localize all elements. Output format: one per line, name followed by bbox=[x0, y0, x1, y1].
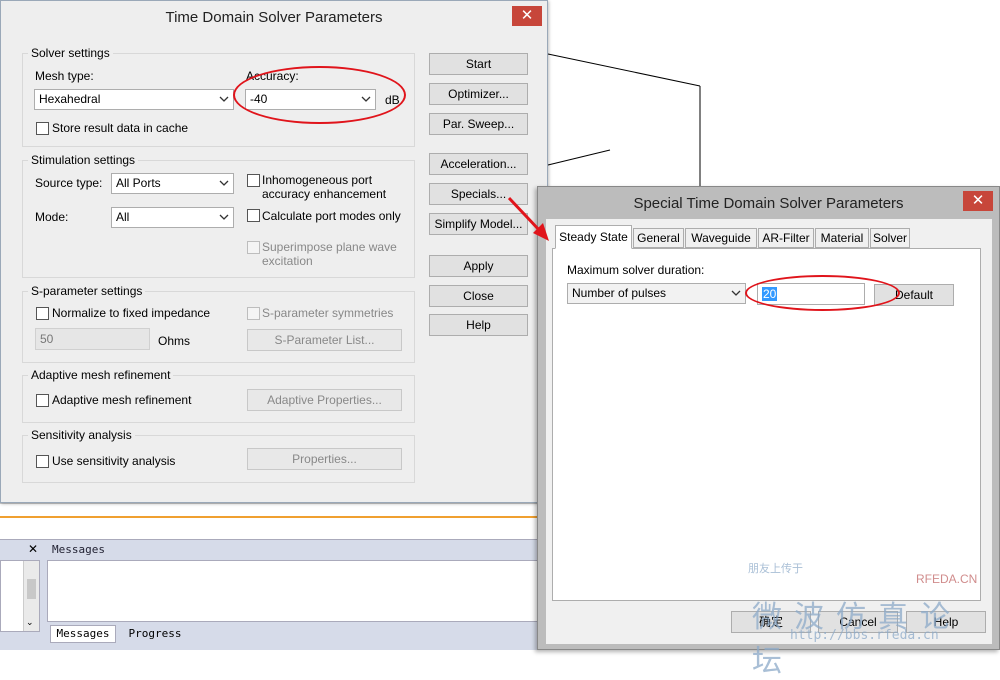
close-button[interactable]: Close bbox=[429, 285, 528, 307]
sensitivity-label: Sensitivity analysis bbox=[28, 428, 135, 442]
duration-type-value: Number of pulses bbox=[572, 286, 667, 300]
sparam-symmetries-checkbox[interactable] bbox=[247, 307, 260, 320]
max-duration-label: Maximum solver duration: bbox=[567, 263, 705, 277]
scroll-thumb[interactable] bbox=[27, 579, 36, 599]
sparam-symmetries-label: S-parameter symmetries bbox=[262, 306, 394, 320]
special-dialog-title: Special Time Domain Solver Parameters bbox=[633, 195, 904, 212]
watermark-brand: RFEDA.CN bbox=[916, 572, 978, 586]
orange-separator bbox=[0, 516, 545, 518]
close-icon[interactable]: ✕ bbox=[512, 6, 542, 26]
apply-button[interactable]: Apply bbox=[429, 255, 528, 277]
red-arrow-icon bbox=[507, 196, 549, 241]
inhomogeneous-label-line2: accuracy enhancement bbox=[262, 187, 387, 201]
watermark-small: 朋友上传于 bbox=[748, 562, 803, 575]
duration-type-select[interactable]: Number of pulses bbox=[567, 283, 746, 304]
duration-highlight-ellipse bbox=[745, 275, 900, 311]
tab-ar-filter[interactable]: AR-Filter bbox=[758, 228, 814, 248]
normalize-impedance-checkbox[interactable] bbox=[36, 307, 49, 320]
adaptive-properties-button[interactable]: Adaptive Properties... bbox=[247, 389, 402, 411]
impedance-input[interactable]: 50 bbox=[35, 328, 150, 350]
sensitivity-checkbox-label: Use sensitivity analysis bbox=[52, 454, 176, 468]
normalize-impedance-label: Normalize to fixed impedance bbox=[52, 306, 211, 320]
mode-value: All bbox=[116, 210, 130, 224]
sensitivity-checkbox[interactable] bbox=[36, 455, 49, 468]
mesh-type-select[interactable]: Hexahedral bbox=[34, 89, 234, 110]
chevron-down-icon bbox=[731, 290, 741, 296]
messages-title: Messages bbox=[52, 543, 105, 556]
left-pane-scrollbar[interactable]: ⌄ bbox=[23, 561, 39, 631]
sensitivity-properties-button[interactable]: Properties... bbox=[247, 448, 402, 470]
start-button[interactable]: Start bbox=[429, 53, 528, 75]
superimpose-label-line1: Superimpose plane wave bbox=[262, 240, 397, 254]
tab-material[interactable]: Material bbox=[815, 228, 869, 248]
scroll-down-icon[interactable]: ⌄ bbox=[26, 617, 34, 628]
left-pane-list[interactable]: ⌄ bbox=[0, 560, 40, 632]
inhomogeneous-checkbox[interactable] bbox=[247, 174, 260, 187]
mesh-type-label: Mesh type: bbox=[35, 69, 94, 83]
inhomogeneous-label-line1: Inhomogeneous port bbox=[262, 173, 373, 187]
tab-progress[interactable]: Progress bbox=[122, 626, 188, 642]
sparam-settings-label: S-parameter settings bbox=[28, 284, 146, 298]
source-type-label: Source type: bbox=[35, 176, 103, 190]
sparam-settings-group bbox=[22, 291, 415, 363]
source-type-value: All Ports bbox=[116, 176, 161, 190]
sparam-list-button[interactable]: S-Parameter List... bbox=[247, 329, 402, 351]
adaptive-mesh-checkbox[interactable] bbox=[36, 394, 49, 407]
tab-general[interactable]: General bbox=[633, 228, 684, 248]
calc-port-modes-checkbox[interactable] bbox=[247, 209, 260, 222]
calc-port-modes-label: Calculate port modes only bbox=[262, 209, 401, 223]
mode-label: Mode: bbox=[35, 210, 69, 224]
optimizer-button[interactable]: Optimizer... bbox=[429, 83, 528, 105]
superimpose-label-line2: excitation bbox=[262, 254, 313, 268]
tab-steady-state[interactable]: Steady State bbox=[555, 225, 632, 249]
chevron-down-icon bbox=[219, 214, 229, 220]
stimulation-settings-label: Stimulation settings bbox=[28, 153, 139, 167]
mesh-type-value: Hexahedral bbox=[39, 92, 101, 106]
messages-output[interactable] bbox=[47, 560, 545, 622]
messages-panel: ✕ ⌄ Messages Messages Progress bbox=[0, 539, 545, 650]
tab-messages[interactable]: Messages bbox=[50, 625, 116, 643]
acceleration-button[interactable]: Acceleration... bbox=[429, 153, 528, 175]
help-button[interactable]: Help bbox=[429, 314, 528, 336]
accuracy-highlight-ellipse bbox=[233, 66, 406, 124]
store-cache-checkbox[interactable] bbox=[36, 122, 49, 135]
tab-solver[interactable]: Solver bbox=[870, 228, 910, 248]
left-pane-header: ✕ bbox=[0, 540, 44, 560]
dialog-title: Time Domain Solver Parameters bbox=[165, 9, 383, 26]
par-sweep-button[interactable]: Par. Sweep... bbox=[429, 113, 528, 135]
chevron-down-icon bbox=[219, 96, 229, 102]
adaptive-mesh-label: Adaptive mesh refinement bbox=[28, 368, 174, 382]
solver-settings-label: Solver settings bbox=[28, 46, 113, 60]
app-workspace-strip bbox=[0, 503, 545, 539]
impedance-unit: Ohms bbox=[158, 334, 191, 348]
mode-select[interactable]: All bbox=[111, 207, 234, 228]
watermark-url: http://bbs.rfeda.cn bbox=[790, 628, 939, 643]
left-pane-close-icon[interactable]: ✕ bbox=[28, 542, 38, 556]
superimpose-checkbox[interactable] bbox=[247, 241, 260, 254]
tab-waveguide[interactable]: Waveguide bbox=[685, 228, 757, 248]
source-type-select[interactable]: All Ports bbox=[111, 173, 234, 194]
store-cache-label: Store result data in cache bbox=[52, 121, 189, 135]
adaptive-mesh-checkbox-label: Adaptive mesh refinement bbox=[52, 393, 192, 407]
special-close-icon[interactable]: ✕ bbox=[963, 191, 993, 211]
chevron-down-icon bbox=[219, 180, 229, 186]
